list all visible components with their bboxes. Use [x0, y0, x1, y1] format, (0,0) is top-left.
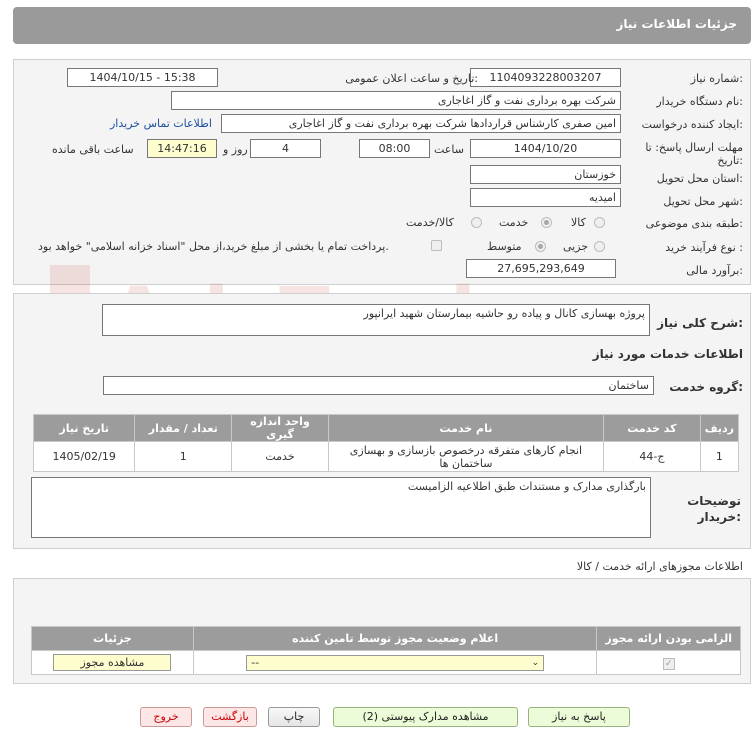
- cell-unit: خدمت: [231, 441, 329, 472]
- buyer-notes-field: بارگذاری مدارک و مستندات طبق اطلاعیه الز…: [31, 477, 651, 538]
- process-radio-medium[interactable]: [535, 241, 546, 252]
- process-option-minor: جزیی: [563, 240, 589, 253]
- process-radio-minor[interactable]: [594, 241, 605, 252]
- deadline-date-field: 1404/10/20: [470, 139, 621, 158]
- city-label: شهر محل تحویل:: [663, 195, 743, 208]
- services-table: ردیف کد خدمت نام خدمت واحد اندازه گیری ت…: [32, 414, 740, 472]
- deadline-time-label: ساعت: [434, 143, 464, 156]
- category-option-goods: کالا: [571, 216, 586, 229]
- deadline-time-field: 08:00: [359, 139, 430, 158]
- treasury-payment-checkbox[interactable]: [431, 240, 442, 251]
- process-type-label: نوع فرآیند خرید :: [665, 241, 743, 254]
- service-group-label: گروه خدمت:: [669, 380, 743, 394]
- table-row: 1 ج-44 انجام کارهای متفرقه درخصوص بازساز…: [32, 441, 740, 472]
- buyer-contact-link[interactable]: اطلاعات تماس خریدار: [110, 117, 212, 130]
- province-label: استان محل تحویل:: [656, 172, 743, 185]
- buyer-org-label: نام دستگاه خریدار:: [656, 95, 743, 108]
- category-option-both: کالا/خدمت: [406, 216, 454, 229]
- cell-quantity: 1: [134, 441, 233, 472]
- col-unit: واحد اندازه گیری: [231, 414, 329, 442]
- category-radio-service[interactable]: [541, 217, 552, 228]
- permit-details-cell: مشاهده مجوز: [31, 650, 194, 675]
- remaining-time-label: ساعت باقی مانده: [52, 143, 134, 156]
- service-group-field: ساختمان: [103, 376, 654, 395]
- permit-status-value: --: [251, 656, 260, 669]
- summary-field: پروژه بهسازی کانال و پیاده رو حاشیه بیما…: [102, 304, 650, 336]
- category-radio-goods[interactable]: [594, 217, 605, 228]
- back-button[interactable]: بازگشت: [203, 707, 257, 727]
- need-number-label: شماره نیاز:: [690, 72, 743, 85]
- requester-field: امین صفری کارشناس قراردادها شرکت بهره بر…: [221, 114, 621, 133]
- permits-heading: اطلاعات مجوزهای ارائه خدمت / کالا: [576, 560, 743, 573]
- page-title: جزئیات اطلاعات نیاز: [616, 17, 737, 31]
- col-quantity: تعداد / مقدار: [134, 414, 233, 442]
- col-permit-details: جزئیات: [31, 626, 194, 651]
- buyer-org-field: شرکت بهره برداری نفت و گاز اغاجاری: [171, 91, 621, 110]
- view-permit-button[interactable]: مشاهده مجوز: [53, 654, 172, 671]
- city-field: امیدیه: [470, 188, 621, 207]
- days-label: روز و: [223, 143, 248, 156]
- col-row-number: ردیف: [699, 414, 740, 442]
- permits-table: الزامی بودن ارائه مجوز اعلام وضعیت مجوز …: [31, 626, 741, 675]
- attachments-button[interactable]: مشاهده مدارک پیوستی (2): [333, 707, 518, 727]
- announce-datetime-field: 1404/10/15 - 15:38: [67, 68, 218, 87]
- cell-service-code: ج-44: [603, 441, 701, 472]
- services-heading: اطلاعات خدمات مورد نیاز: [592, 347, 743, 361]
- col-service-name: نام خدمت: [327, 414, 605, 442]
- col-permit-required: الزامی بودن ارائه مجوز: [596, 626, 741, 651]
- permit-status-cell: ⌄ --: [192, 650, 598, 675]
- requester-label: ایجاد کننده درخواست:: [641, 118, 743, 131]
- reply-button[interactable]: پاسخ به نیاز: [528, 707, 630, 727]
- page-title-bar: جزئیات اطلاعات نیاز: [13, 7, 751, 44]
- category-option-service: خدمت: [499, 216, 529, 229]
- province-field: خوزستان: [470, 165, 621, 184]
- buyer-notes-label-2: خریدار:: [697, 510, 741, 524]
- cell-need-date: 1405/02/19: [32, 441, 136, 472]
- process-option-medium: متوسط: [487, 240, 522, 253]
- check-icon: ✓: [662, 657, 675, 670]
- chevron-down-icon: ⌄: [531, 657, 540, 668]
- announce-datetime-label: تاریخ و ساعت اعلان عمومی:: [345, 72, 478, 85]
- deadline-date-label: تاریخ:: [717, 154, 743, 167]
- category-radio-both[interactable]: [471, 217, 482, 228]
- estimate-field: 27,695,293,649: [466, 259, 616, 278]
- table-row: ✓ ⌄ -- مشاهده مجوز: [31, 650, 741, 675]
- category-label: طبقه بندی موضوعی:: [645, 217, 743, 230]
- summary-label: شرح کلی نیاز:: [657, 316, 743, 330]
- col-need-date: تاریخ نیاز: [32, 414, 136, 442]
- permit-status-select[interactable]: ⌄ --: [246, 654, 545, 671]
- deadline-label: مهلت ارسال پاسخ: تا: [645, 141, 743, 154]
- permit-required-cell: ✓: [596, 650, 741, 675]
- estimate-label: برآورد مالی:: [686, 264, 743, 277]
- remaining-time-field: 14:47:16: [147, 139, 217, 158]
- col-permit-status: اعلام وضعیت مجوز توسط تامین کننده: [192, 626, 598, 651]
- cell-row-number: 1: [699, 441, 740, 472]
- remaining-days-field: 4: [250, 139, 321, 158]
- treasury-payment-note: پرداخت تمام یا بخشی از مبلغ خرید،از محل …: [38, 240, 389, 253]
- print-button[interactable]: چاپ: [268, 707, 320, 727]
- col-service-code: کد خدمت: [603, 414, 701, 442]
- need-number-field: 1104093228003207: [470, 68, 621, 87]
- exit-button[interactable]: خروج: [140, 707, 192, 727]
- buyer-notes-label: توضیحات: [687, 494, 741, 508]
- cell-service-name: انجام کارهای متفرقه درخصوص بازسازی و بهس…: [327, 441, 605, 472]
